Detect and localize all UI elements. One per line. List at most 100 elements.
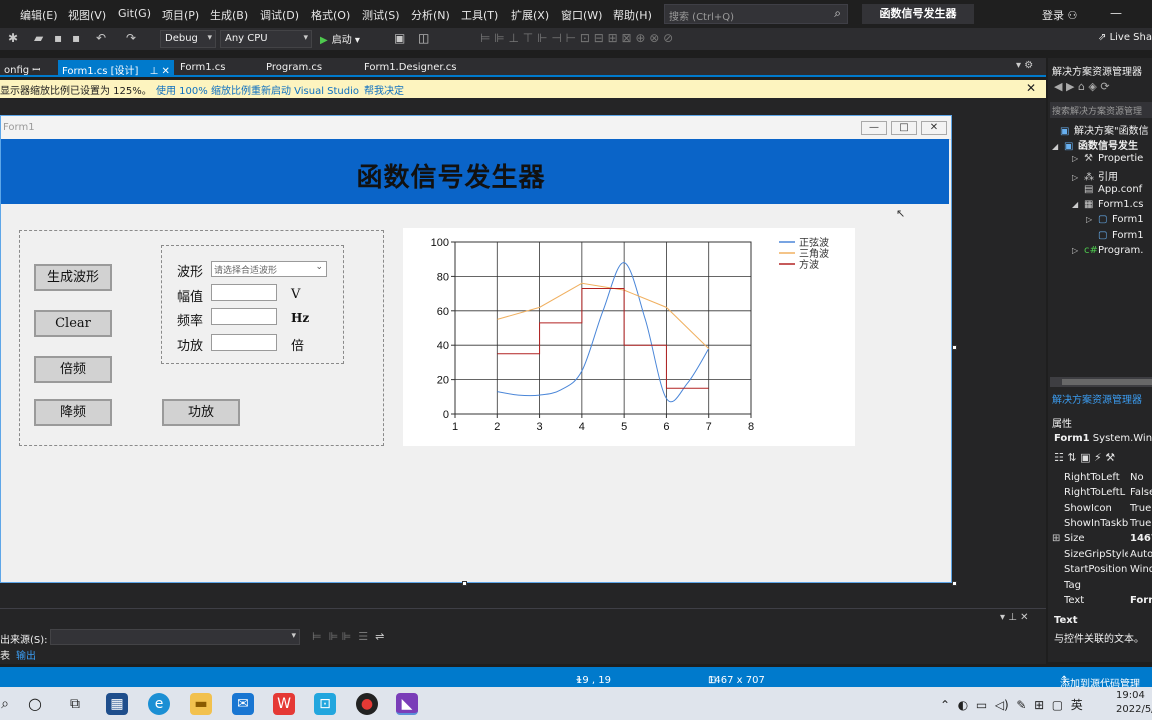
property-value[interactable]: No [1130, 472, 1144, 483]
new-project-icon[interactable]: ✱ [8, 31, 18, 45]
amplitude-input[interactable] [211, 284, 277, 301]
solution-explorer-search[interactable]: 搜索解决方案资源管理 [1050, 102, 1152, 118]
close-icon[interactable]: ✕ [1026, 81, 1036, 95]
tab-config[interactable]: onfig ꟷ [0, 60, 44, 77]
output-source-select[interactable]: ▾ [50, 629, 300, 645]
generate-wave-button[interactable]: 生成波形 [34, 264, 112, 291]
task-view-icon[interactable]: ⧉ [64, 693, 86, 715]
wrench-icon[interactable]: ⚒ [1105, 451, 1115, 464]
app-icon[interactable]: ● [356, 693, 378, 715]
property-value[interactable]: 1467 [1130, 533, 1152, 544]
open-folder-icon[interactable]: ▰ [34, 31, 43, 45]
tree-item-form1[interactable]: ◢ ▦ Form1.cs [1072, 199, 1143, 210]
frequency-input[interactable] [211, 308, 277, 325]
property-row[interactable]: RightToLeftL False [1050, 487, 1152, 502]
menu-tools[interactable]: 工具(T) [461, 7, 498, 23]
input-method[interactable]: 英 [1071, 698, 1083, 712]
menu-extensions[interactable]: 扩展(X) [511, 7, 549, 23]
amplify-button[interactable]: 功放 [162, 399, 240, 426]
alphabetical-icon[interactable]: ⇅ [1067, 451, 1076, 464]
property-value[interactable]: False [1130, 487, 1152, 498]
property-row[interactable]: Tag [1050, 580, 1152, 595]
wps-icon[interactable]: W [273, 693, 295, 715]
solution-explorer-scrollbar[interactable] [1050, 377, 1152, 387]
property-row[interactable]: ShowInTaskb True [1050, 518, 1152, 533]
pin-icon[interactable]: ꟷ [32, 65, 40, 76]
properties-icon[interactable]: ▣ [1080, 451, 1090, 464]
form1-window[interactable]: Form1 — □ ✕ 函数信号发生器 生成波形 Clear 倍频 降频 功放 … [0, 115, 952, 583]
bilibili-icon[interactable]: ⊡ [314, 693, 336, 715]
property-row[interactable]: Text Form [1050, 595, 1152, 610]
tree-item-references[interactable]: ▷ ⁂ 引用 [1072, 168, 1118, 183]
menu-test[interactable]: 测试(S) [362, 7, 400, 23]
close-icon[interactable]: ✕ [162, 66, 170, 77]
menu-format[interactable]: 格式(O) [311, 7, 350, 23]
expand-icon[interactable]: ⊞ [1052, 533, 1060, 544]
property-row[interactable]: RightToLeft No [1050, 472, 1152, 487]
tab-overflow-icon[interactable]: ▾ ⚙ [1016, 60, 1033, 71]
home-icon[interactable]: ⌂ [1078, 80, 1085, 93]
tab-error-list[interactable]: 表 [0, 651, 10, 662]
property-value[interactable]: Form [1130, 595, 1152, 606]
solution-explorer-tab[interactable]: 解决方案资源管理器 [1052, 391, 1142, 406]
help-decide-link[interactable]: 帮我决定 [364, 82, 404, 97]
collapse-icon[interactable]: ▷ [1072, 173, 1084, 182]
folder-icon[interactable]: ▣ [394, 31, 405, 45]
collapse-icon[interactable]: ▷ [1086, 215, 1098, 224]
start-button[interactable]: ▶ 启动 ▾ [320, 31, 360, 46]
save-icon[interactable]: ▪ [54, 31, 62, 45]
tab-output[interactable]: 输出 [16, 651, 36, 662]
cortana-icon[interactable]: ○ [24, 693, 46, 715]
property-value[interactable]: Auto [1130, 549, 1152, 560]
resize-handle-bottom[interactable] [462, 581, 467, 586]
tree-item-app-config[interactable]: ▤ App.conf [1084, 184, 1142, 195]
back-icon[interactable]: ◀ [1054, 80, 1062, 93]
property-value[interactable]: True [1130, 503, 1151, 514]
panel-controls-icons[interactable]: ▾ ⊥ ✕ [1000, 612, 1028, 623]
menu-project[interactable]: 项目(P) [162, 7, 199, 23]
menu-debug[interactable]: 调试(D) [260, 7, 299, 23]
events-icon[interactable]: ⚡ [1094, 451, 1102, 464]
toolbox-icon[interactable]: ◫ [418, 31, 429, 45]
property-value[interactable]: True [1130, 518, 1151, 529]
live-share-button[interactable]: ⇗ Live Sha [1098, 32, 1152, 43]
waveform-select[interactable]: 请选择合适波形 ⌄ [211, 261, 327, 277]
restart-link[interactable]: 使用 100% 缩放比例重新启动 Visual Studio [156, 82, 359, 97]
tree-item-project[interactable]: ◢ ▣ 函数信号发生 [1052, 137, 1138, 152]
menu-analyze[interactable]: 分析(N) [411, 7, 450, 23]
store-icon[interactable]: ▦ [106, 693, 128, 715]
tab-form1-cs[interactable]: Form1.cs [176, 60, 229, 77]
mail-icon[interactable]: ✉ [232, 693, 254, 715]
visual-studio-icon[interactable]: ◣ [396, 693, 418, 715]
menu-git[interactable]: Git(G) [118, 7, 151, 20]
save-all-icon[interactable]: ▪ [72, 31, 80, 45]
tree-item-form1-resx[interactable]: ▢ Form1 [1098, 230, 1144, 241]
scrollbar-thumb[interactable] [1062, 379, 1152, 385]
menu-edit[interactable]: 编辑(E) [20, 7, 58, 23]
menu-window[interactable]: 窗口(W) [561, 7, 602, 23]
resize-handle-corner[interactable] [952, 581, 957, 586]
window-minimize-icon[interactable]: — [1110, 6, 1122, 20]
resize-handle-right[interactable] [952, 345, 957, 350]
expand-icon[interactable]: ◢ [1052, 142, 1064, 151]
menu-view[interactable]: 视图(V) [68, 7, 106, 23]
refresh-icon[interactable]: ⟳ [1100, 80, 1109, 93]
collapse-icon[interactable]: ▷ [1072, 154, 1084, 163]
categorized-icon[interactable]: ☷ [1054, 451, 1064, 464]
tab-program-cs[interactable]: Program.cs [262, 60, 326, 77]
double-frequency-button[interactable]: 倍频 [34, 356, 112, 383]
search-icon[interactable]: ⌕ [0, 693, 16, 715]
tab-form1-design[interactable]: Form1.cs [设计] ⊥ ✕ [58, 60, 174, 77]
tree-item-form1-designer[interactable]: ▷ ▢ Form1 [1086, 214, 1144, 225]
tree-item-solution[interactable]: ▣ 解决方案"函数信 [1052, 122, 1149, 137]
login-link[interactable]: 登录 ⚇ [1042, 7, 1077, 23]
undo-icon[interactable]: ↶ [96, 31, 106, 45]
edge-icon[interactable]: e [148, 693, 170, 715]
properties-object[interactable]: Form1 System.Wind [1054, 433, 1152, 444]
collapse-icon[interactable]: ▷ [1072, 246, 1084, 255]
tab-form1-designer-cs[interactable]: Form1.Designer.cs [360, 60, 461, 77]
property-value[interactable]: Wind [1130, 564, 1152, 575]
vs-icon[interactable]: ◈ [1088, 80, 1096, 93]
ime-mode-icon[interactable]: ⊞ [1034, 698, 1044, 712]
pen-icon[interactable]: ✎ [1016, 698, 1026, 712]
